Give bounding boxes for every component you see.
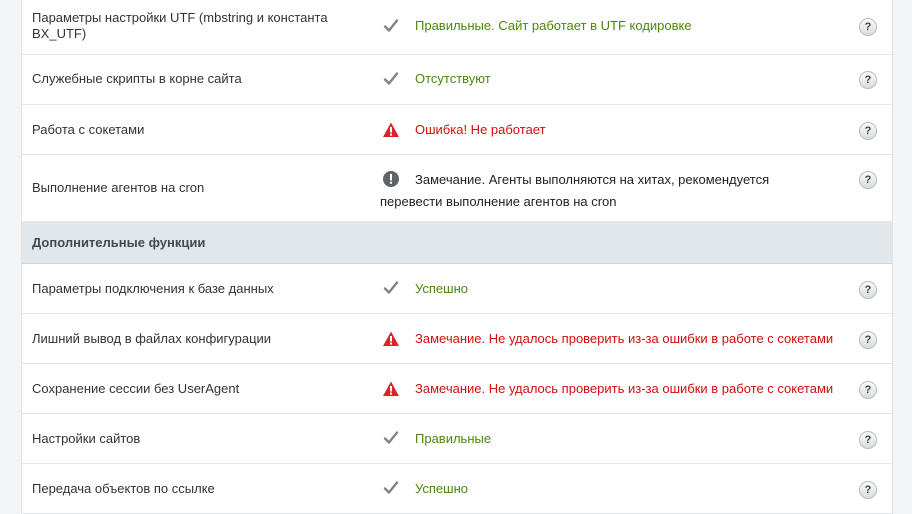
help-button[interactable]: ?	[859, 18, 877, 36]
check-label: Выполнение агентов на cron	[32, 180, 205, 195]
check-icon	[382, 279, 400, 297]
check-row-cron-agents: Выполнение агентов на cron Замечание. Аг…	[22, 155, 892, 222]
check-row-object-reference: Передача объектов по ссылке Успешно ?	[22, 464, 892, 514]
warning-triangle-icon	[382, 121, 400, 139]
help-button[interactable]: ?	[859, 281, 877, 299]
check-status: Успешно	[415, 281, 468, 296]
check-label: Работа с сокетами	[32, 122, 145, 137]
system-check-table: Параметры настройки UTF (mbstring и конс…	[21, 0, 893, 514]
check-row-config-output: Лишний вывод в файлах конфигурации Замеч…	[22, 314, 892, 364]
warning-triangle-icon	[382, 380, 400, 398]
check-label: Настройки сайтов	[32, 431, 141, 446]
check-status: Замечание. Не удалось проверить из-за ош…	[415, 331, 834, 346]
check-row-utf: Параметры настройки UTF (mbstring и конс…	[22, 0, 892, 55]
check-status: Успешно	[415, 481, 468, 496]
check-label: Служебные скрипты в корне сайта	[32, 71, 242, 86]
check-icon	[382, 70, 400, 88]
check-status: Отсутствуют	[415, 71, 491, 86]
help-button[interactable]: ?	[859, 171, 877, 189]
check-row-service-scripts: Служебные скрипты в корне сайта Отсутств…	[22, 55, 892, 105]
check-row-site-settings: Настройки сайтов Правильные ?	[22, 414, 892, 464]
check-row-db-connection: Параметры подключения к базе данных Успе…	[22, 264, 892, 314]
check-status: Замечание. Агенты выполняются на хитах, …	[380, 172, 770, 209]
help-button[interactable]: ?	[859, 331, 877, 349]
check-status: Замечание. Не удалось проверить из-за ош…	[415, 381, 834, 396]
check-label: Лишний вывод в файлах конфигурации	[32, 331, 272, 346]
warning-triangle-icon	[382, 330, 400, 348]
check-label: Параметры подключения к базе данных	[32, 281, 274, 296]
check-label: Сохранение сессии без UserAgent	[32, 381, 240, 396]
section-title: Дополнительные функции	[32, 235, 206, 250]
check-status: Ошибка! Не работает	[415, 122, 546, 137]
check-label: Передача объектов по ссылке	[32, 481, 215, 496]
help-button[interactable]: ?	[859, 481, 877, 499]
help-button[interactable]: ?	[859, 71, 877, 89]
help-button[interactable]: ?	[859, 122, 877, 140]
check-status: Правильные. Сайт работает в UTF кодировк…	[415, 18, 692, 33]
check-label: Параметры настройки UTF (mbstring и конс…	[32, 10, 328, 41]
check-icon	[382, 479, 400, 497]
check-row-session-useragent: Сохранение сессии без UserAgent Замечани…	[22, 364, 892, 414]
help-button[interactable]: ?	[859, 381, 877, 399]
check-status: Правильные	[415, 431, 492, 446]
check-icon	[382, 429, 400, 447]
check-row-sockets: Работа с сокетами Ошибка! Не работает ?	[22, 105, 892, 155]
help-button[interactable]: ?	[859, 431, 877, 449]
section-header-additional: Дополнительные функции	[22, 222, 892, 264]
check-icon	[382, 17, 400, 35]
